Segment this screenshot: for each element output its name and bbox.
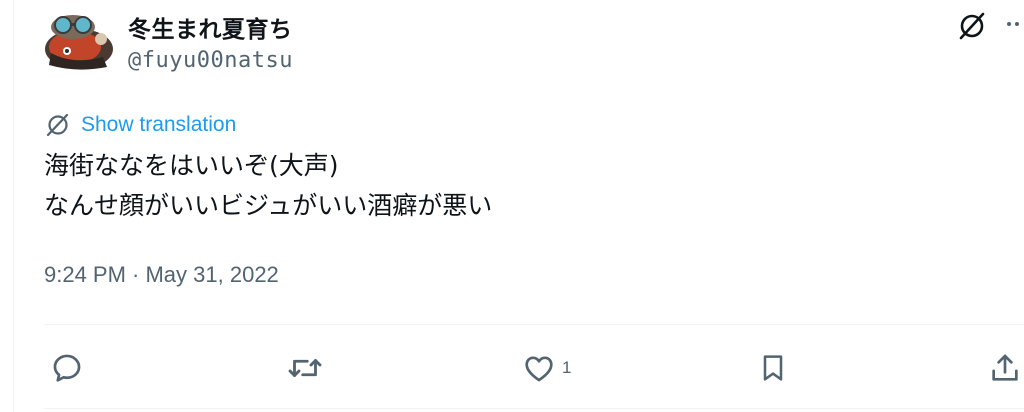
repost-icon [288,359,322,377]
like-count: 1 [562,358,572,377]
reply-icon [53,354,81,382]
avatar-image [45,15,113,70]
reply-button[interactable] [50,346,84,390]
divider [44,324,1024,325]
tweet-text: 海街ななをはいいぞ(大声) なんせ顔がいいビジュがいい酒癖が悪い [44,146,492,226]
repost-button[interactable] [287,346,323,390]
share-icon [992,354,1018,381]
show-translation-link[interactable]: Show translation [45,111,236,139]
translate-icon [46,113,69,137]
more-button[interactable] [998,10,1024,42]
divider [44,408,1024,409]
tweet-line: なんせ顔がいいビジュがいい酒癖が悪い [44,191,493,220]
show-translation-label[interactable]: Show translation [81,113,236,137]
share-button[interactable] [988,346,1022,390]
author-handle[interactable]: @fuyu00natsu [128,48,293,73]
tweet-timestamp[interactable]: 9:24 PM · May 31, 2022 [44,262,279,288]
more-icon [1007,22,1011,26]
bookmark-icon [763,355,783,381]
tweet-line: 海街ななをはいいぞ(大声) [44,151,339,180]
left-border [13,0,14,412]
bookmark-button[interactable] [757,346,789,390]
like-button[interactable]: 1 [522,346,571,390]
grok-button[interactable] [956,10,988,42]
like-icon [525,356,553,382]
avatar[interactable] [43,9,115,71]
grok-icon [959,12,985,40]
author-display-name[interactable]: 冬生まれ夏育ち [128,10,293,44]
